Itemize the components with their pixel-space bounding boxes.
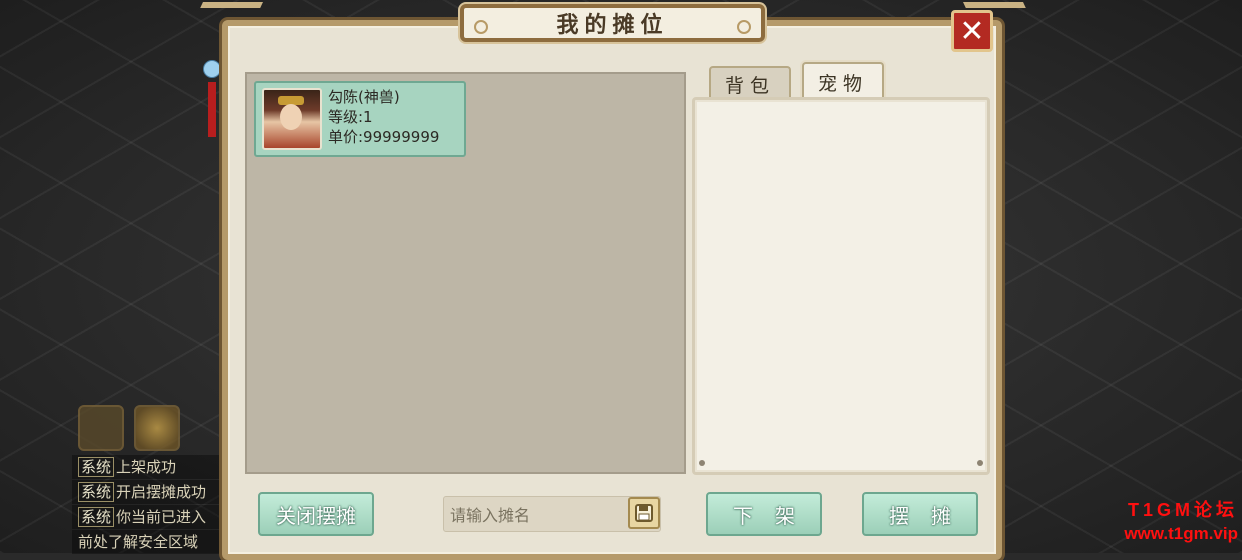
handshake-icon[interactable] bbox=[78, 405, 124, 451]
chat-tag: 系统 bbox=[78, 507, 115, 527]
tassel-icon bbox=[208, 82, 216, 137]
chat-log: 系统 上架成功 系统 开启摆摊成功 系统 你当前已进入 前处了解安全区域 bbox=[72, 455, 232, 555]
chat-text: 上架成功 bbox=[116, 458, 177, 476]
tab-pet[interactable]: 宠物 bbox=[802, 62, 884, 100]
corner-pin-icon bbox=[699, 460, 705, 466]
chat-tag: 系统 bbox=[78, 457, 115, 477]
page-title: 我的摊位 bbox=[556, 13, 669, 38]
title-ornament-icon bbox=[737, 20, 751, 34]
chat-tag: 系统 bbox=[78, 482, 115, 502]
set-stall-button[interactable]: 摆摊 bbox=[862, 492, 978, 536]
close-icon: ✕ bbox=[959, 13, 985, 49]
watermark: T1GM论坛 www.t1gm.vip bbox=[1098, 496, 1238, 544]
close-stall-button[interactable]: 关闭摆摊 bbox=[258, 492, 374, 536]
jade-orb-icon bbox=[203, 60, 221, 78]
item-level: 等级:1 bbox=[328, 108, 373, 126]
item-name: 勾陈(神兽) bbox=[328, 88, 400, 106]
save-icon bbox=[635, 504, 653, 522]
hanging-ornament bbox=[203, 38, 221, 148]
chat-line: 前处了解安全区域 bbox=[72, 530, 232, 554]
chat-text: 你当前已进入 bbox=[116, 508, 207, 526]
avatar-face bbox=[280, 104, 302, 130]
chat-line: 系统 上架成功 bbox=[72, 455, 232, 479]
unlist-button[interactable]: 下架 bbox=[706, 492, 822, 536]
title-ornament-icon bbox=[474, 20, 488, 34]
chat-line: 系统 你当前已进入 bbox=[72, 505, 232, 529]
close-button[interactable]: ✕ bbox=[951, 10, 993, 52]
chat-text: 开启摆摊成功 bbox=[116, 483, 207, 501]
tab-bag[interactable]: 背包 bbox=[709, 66, 791, 100]
stall-item-list: 勾陈(神兽) 等级:1 单价:99999999 bbox=[245, 72, 686, 474]
coin-icon[interactable] bbox=[134, 405, 180, 451]
item-price: 单价:99999999 bbox=[328, 128, 440, 146]
watermark-title: T1GM论坛 bbox=[1127, 500, 1238, 520]
chat-line: 系统 开启摆摊成功 bbox=[72, 480, 232, 504]
chat-text: 前处了解安全区域 bbox=[78, 533, 199, 551]
hud-icon-bar bbox=[78, 405, 180, 451]
pet-inventory-panel bbox=[692, 97, 990, 475]
stall-item-card[interactable]: 勾陈(神兽) 等级:1 单价:99999999 bbox=[254, 81, 466, 157]
stall-name-input[interactable] bbox=[448, 499, 627, 531]
save-name-button[interactable] bbox=[628, 497, 660, 529]
pet-avatar bbox=[262, 88, 322, 150]
title-bar: 我的摊位 bbox=[460, 4, 765, 42]
corner-pin-icon bbox=[977, 460, 983, 466]
item-info: 勾陈(神兽) 等级:1 单价:99999999 bbox=[328, 87, 439, 147]
watermark-url: www.t1gm.vip bbox=[1124, 524, 1238, 543]
